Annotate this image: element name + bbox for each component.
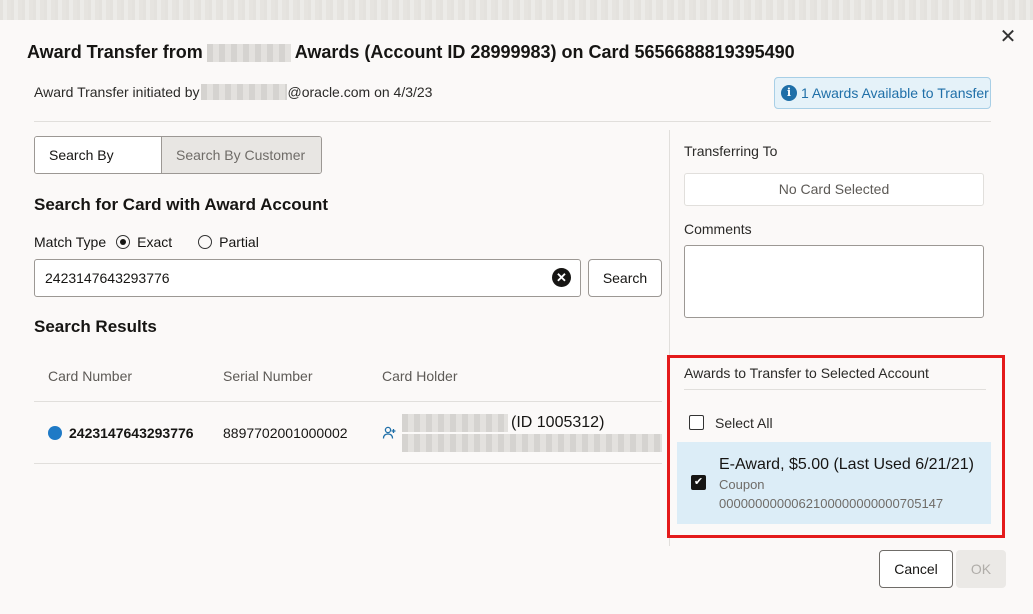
award-number: 0000000000062100000000000705147: [719, 496, 944, 511]
awards-available-badge: i 1 Awards Available to Transfer: [774, 77, 991, 109]
initiated-suffix: @oracle.com on 4/3/23: [287, 84, 433, 100]
cancel-button[interactable]: Cancel: [879, 550, 953, 588]
match-type-row: Match Type Exact Partial: [34, 234, 259, 250]
award-type: Coupon: [719, 477, 765, 492]
title-prefix: Award Transfer from: [27, 42, 203, 62]
redacted-holder-name: [402, 414, 508, 432]
initiated-prefix: Award Transfer initiated by: [34, 84, 200, 100]
close-icon[interactable]: ✕: [998, 27, 1018, 47]
card-search-input[interactable]: [34, 259, 581, 297]
radio-partial-indicator[interactable]: [198, 235, 213, 249]
comments-textarea[interactable]: [684, 245, 984, 318]
column-header-card-number[interactable]: Card Number: [48, 368, 132, 384]
search-button[interactable]: Search: [588, 259, 662, 297]
person-icon: [382, 426, 396, 439]
select-all-label[interactable]: Select All: [715, 415, 773, 431]
serial-number-cell: 8897702001000002: [223, 425, 348, 441]
redacted-name: [206, 43, 291, 62]
transferring-to-label: Transferring To: [684, 143, 778, 159]
select-all-checkbox[interactable]: [689, 415, 704, 430]
match-type-label: Match Type: [34, 234, 107, 250]
radio-partial-label: Partial: [219, 234, 259, 250]
results-heading: Search Results: [34, 317, 157, 336]
ok-button[interactable]: OK: [956, 550, 1006, 588]
row-divider: [34, 463, 662, 464]
card-number-cell[interactable]: 2423147643293776: [69, 425, 194, 441]
radio-exact-indicator[interactable]: [116, 235, 131, 249]
column-header-card-holder[interactable]: Card Holder: [382, 368, 457, 384]
redacted-email: [200, 84, 287, 100]
header-row-divider: [34, 401, 662, 402]
awards-heading: Awards to Transfer to Selected Account: [684, 365, 929, 381]
header-divider: [34, 121, 991, 122]
title-suffix: Awards (Account ID 28999983) on Card 565…: [294, 42, 795, 62]
awards-divider: [684, 389, 986, 390]
info-icon: i: [781, 85, 797, 101]
award-title: E-Award, $5.00 (Last Used 6/21/21): [719, 456, 974, 473]
comments-label: Comments: [684, 221, 752, 237]
tab-search-by-customer[interactable]: Search By Customer: [162, 137, 321, 173]
background-page-strip: [0, 0, 1033, 20]
radio-partial[interactable]: Partial: [198, 234, 259, 250]
award-checkbox[interactable]: ✔: [691, 475, 706, 490]
selection-dot[interactable]: [48, 426, 62, 440]
radio-exact-label: Exact: [137, 234, 173, 250]
radio-exact[interactable]: Exact: [116, 234, 172, 250]
search-mode-toggle: Search By Card Search By Customer: [34, 136, 322, 174]
redacted-holder-detail: [402, 434, 662, 452]
dialog-title: Award Transfer from Awards (Account ID 2…: [27, 42, 795, 63]
tab-search-by-card[interactable]: Search By Card: [35, 137, 162, 173]
initiated-by-text: Award Transfer initiated by @oracle.com …: [34, 84, 432, 100]
clear-icon[interactable]: ✕: [552, 268, 571, 287]
holder-id-text: (ID 1005312): [511, 414, 605, 431]
awards-available-text: 1 Awards Available to Transfer: [801, 85, 989, 101]
no-card-selected-field: No Card Selected: [684, 173, 984, 206]
search-heading: Search for Card with Award Account: [34, 195, 329, 214]
column-header-serial-number[interactable]: Serial Number: [223, 368, 312, 384]
